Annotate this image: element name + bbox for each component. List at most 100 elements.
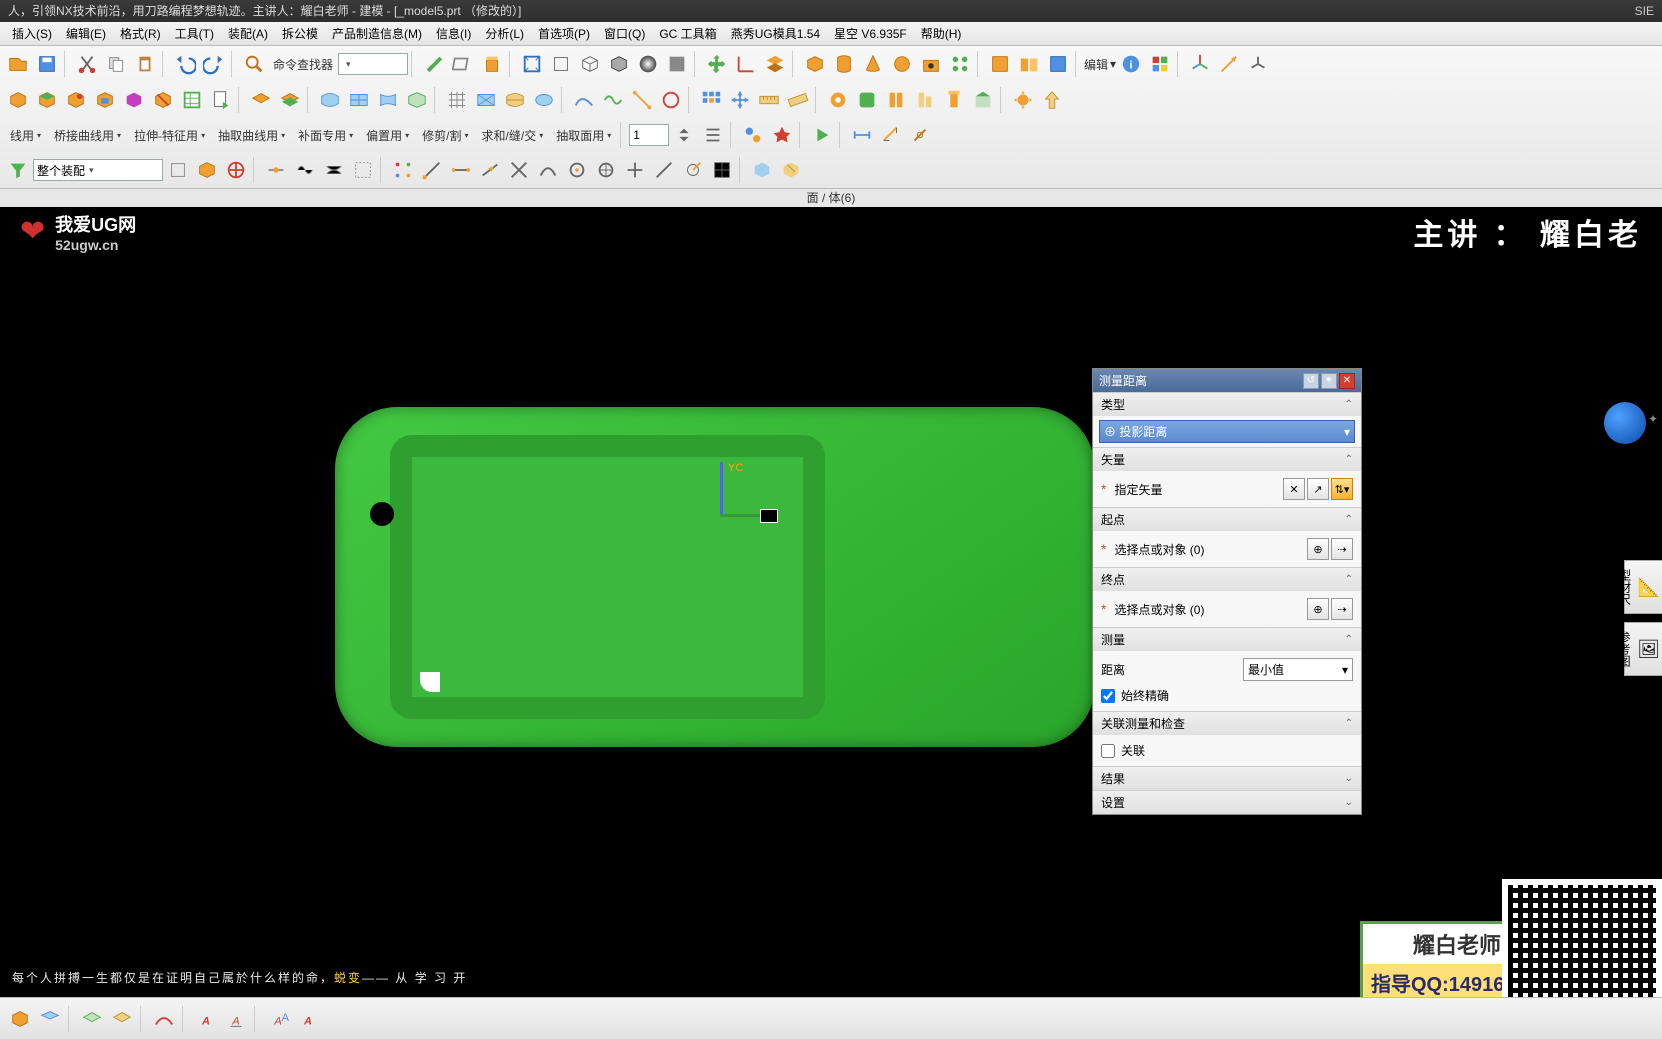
datum-plane-icon[interactable] — [449, 50, 477, 78]
dd-unite[interactable]: 求和/缝/交▾ — [476, 127, 550, 144]
section-assoc-header[interactable]: 关联测量和检查⌃ — [1093, 712, 1361, 735]
cone-icon[interactable] — [859, 50, 887, 78]
pt-snap-perp-icon[interactable] — [679, 156, 707, 184]
sheet2-icon[interactable] — [276, 86, 304, 114]
dd-line[interactable]: 线用▾ — [4, 127, 47, 144]
end-menu-icon[interactable]: ⇢ — [1331, 598, 1353, 620]
dialog-reset-icon[interactable]: ↺ — [1303, 373, 1319, 389]
dim2-icon[interactable] — [877, 121, 905, 149]
bt-text-a-icon[interactable]: A — [192, 1005, 220, 1033]
command-finder-input[interactable]: ▾ — [338, 53, 408, 75]
vector-clear-icon[interactable]: ✕ — [1283, 478, 1305, 500]
sel1-icon[interactable] — [164, 156, 192, 184]
edit-dropdown[interactable]: 编辑▾ — [1084, 56, 1116, 73]
box4-icon[interactable] — [91, 86, 119, 114]
feat1-icon[interactable] — [824, 86, 852, 114]
mesh2-icon[interactable] — [472, 86, 500, 114]
snap3-icon[interactable] — [320, 156, 348, 184]
mold-tool-icon[interactable] — [1044, 50, 1072, 78]
export-icon[interactable] — [207, 86, 235, 114]
menu-help[interactable]: 帮助(H) — [915, 23, 968, 44]
menu-xingkong[interactable]: 星空 V6.935F — [828, 23, 913, 44]
pt-snap-ctr-icon[interactable] — [563, 156, 591, 184]
mesh3-icon[interactable] — [501, 86, 529, 114]
box1-icon[interactable] — [4, 86, 32, 114]
assembly-filter-combo[interactable]: 整个装配▾ — [33, 159, 163, 181]
vector-icon[interactable] — [1215, 50, 1243, 78]
move-icon[interactable] — [703, 50, 731, 78]
dd-extract-face[interactable]: 抽取面用▾ — [550, 127, 617, 144]
vector-pick-icon[interactable]: ↗ — [1307, 478, 1329, 500]
wcs-icon[interactable] — [732, 50, 760, 78]
stepper-icon[interactable] — [670, 121, 698, 149]
copy-icon[interactable] — [102, 50, 130, 78]
end-point-icon[interactable]: ⊕ — [1307, 598, 1329, 620]
extrude-icon[interactable] — [478, 50, 506, 78]
menu-pmi[interactable]: 产品制造信息(M) — [326, 23, 428, 44]
pt-snap-grid2-icon[interactable] — [708, 156, 736, 184]
list-icon[interactable] — [699, 121, 727, 149]
mesh1-icon[interactable] — [443, 86, 471, 114]
menu-info[interactable]: 信息(I) — [430, 23, 477, 44]
paste-icon[interactable] — [131, 50, 159, 78]
layer-icon[interactable] — [761, 50, 789, 78]
pt-snap-ctrl-icon[interactable] — [476, 156, 504, 184]
hole-icon[interactable] — [917, 50, 945, 78]
curve1-icon[interactable] — [570, 86, 598, 114]
box3-icon[interactable] — [62, 86, 90, 114]
surf3-icon[interactable] — [374, 86, 402, 114]
graphics-area[interactable]: YC ✦ Ƹ̵̡Ӝ̵̨̄Ʒ X└─ — [0, 257, 1662, 1018]
feat4-icon[interactable] — [911, 86, 939, 114]
pt-snap-tan-icon[interactable] — [650, 156, 678, 184]
dd-offset[interactable]: 偏置用▾ — [360, 127, 415, 144]
sheet1-icon[interactable] — [247, 86, 275, 114]
view-orient-ball[interactable]: ✦ — [1604, 402, 1652, 450]
bt-surf-icon[interactable] — [78, 1005, 106, 1033]
side-tab-reference[interactable]: 🖼参考图 — [1624, 622, 1662, 676]
render1-icon[interactable] — [748, 156, 776, 184]
grid-sel-icon[interactable] — [697, 86, 725, 114]
menu-tools[interactable]: 工具(T) — [169, 23, 220, 44]
numeric-input[interactable] — [629, 124, 669, 146]
save-icon[interactable] — [33, 50, 61, 78]
block-icon[interactable] — [801, 50, 829, 78]
up-arrow-icon[interactable] — [1038, 86, 1066, 114]
menu-format[interactable]: 格式(R) — [114, 23, 167, 44]
shaded-edges-icon[interactable] — [605, 50, 633, 78]
menu-split[interactable]: 拆公模 — [276, 23, 324, 44]
pt-snap-quad-icon[interactable] — [592, 156, 620, 184]
dd-patch[interactable]: 补面专用▾ — [292, 127, 359, 144]
dd-trim[interactable]: 修剪/割▾ — [416, 127, 474, 144]
filter-icon[interactable] — [4, 156, 32, 184]
distance-dropdown[interactable]: 最小值▾ — [1243, 658, 1353, 681]
bt-surf2-icon[interactable] — [108, 1005, 136, 1033]
pt-snap-mid-icon[interactable] — [447, 156, 475, 184]
fit-view-icon[interactable] — [518, 50, 546, 78]
dim3-icon[interactable] — [906, 121, 934, 149]
pt-snap-int-icon[interactable] — [505, 156, 533, 184]
start-point-icon[interactable]: ⊕ — [1307, 538, 1329, 560]
spreadsheet-icon[interactable] — [178, 86, 206, 114]
snap1-icon[interactable] — [262, 156, 290, 184]
move-obj-icon[interactable] — [726, 86, 754, 114]
dim1-icon[interactable] — [848, 121, 876, 149]
dialog-settings-icon[interactable]: ✶ — [1321, 373, 1337, 389]
zoom-icon[interactable] — [547, 50, 575, 78]
feat3-icon[interactable] — [882, 86, 910, 114]
csys-icon[interactable] — [1244, 50, 1272, 78]
menu-edit[interactable]: 编辑(E) — [60, 23, 112, 44]
section-type-header[interactable]: 类型⌃ — [1093, 393, 1361, 416]
ruler2-icon[interactable] — [784, 86, 812, 114]
section-measure-header[interactable]: 测量⌃ — [1093, 628, 1361, 651]
cut-icon[interactable] — [73, 50, 101, 78]
cylinder-icon[interactable] — [830, 50, 858, 78]
box6-icon[interactable] — [149, 86, 177, 114]
color-icon[interactable] — [1146, 50, 1174, 78]
assoc-checkbox[interactable] — [1101, 744, 1115, 758]
box5-icon[interactable] — [120, 86, 148, 114]
type-dropdown[interactable]: ⊕ 投影距离▾ — [1099, 420, 1355, 443]
ruler-icon[interactable] — [755, 86, 783, 114]
menu-prefs[interactable]: 首选项(P) — [532, 23, 596, 44]
mold-cube2-icon[interactable] — [1015, 50, 1043, 78]
dd-bridge[interactable]: 桥接曲线用▾ — [48, 127, 127, 144]
